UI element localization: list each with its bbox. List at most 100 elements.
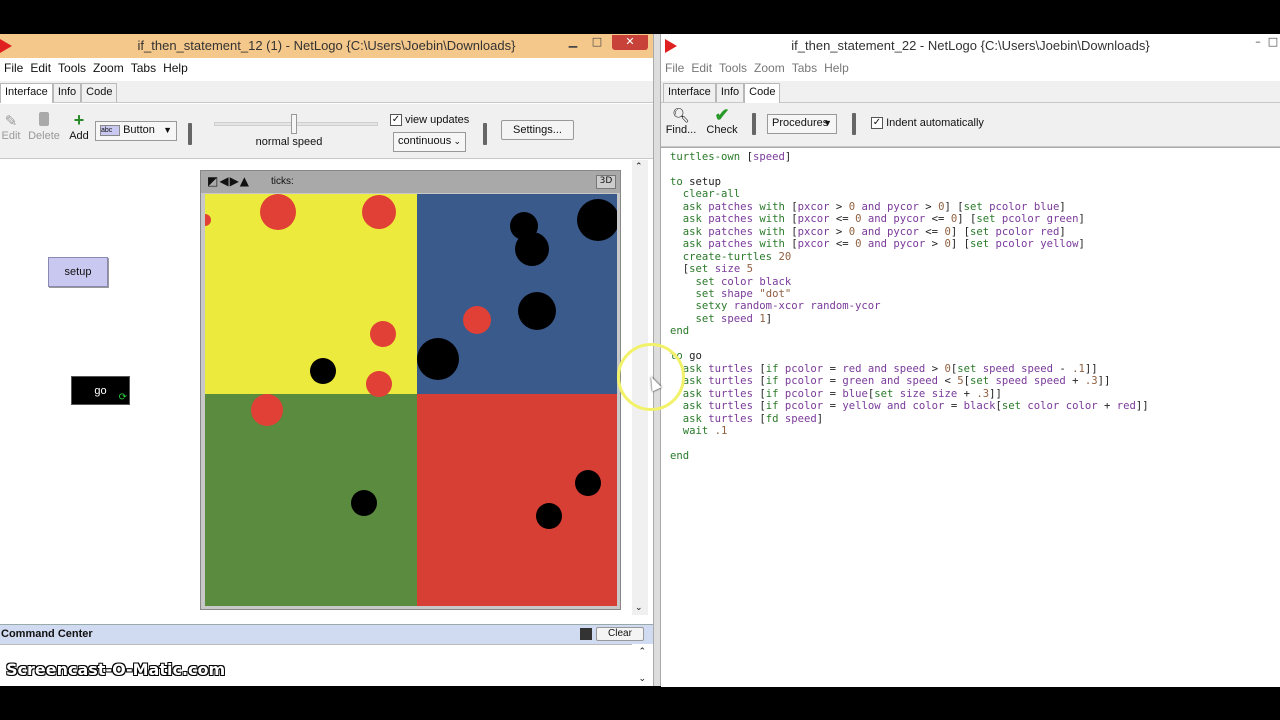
cmd-scroll-up-icon[interactable]: ⌃: [638, 647, 646, 657]
menu-tools[interactable]: Tools: [54, 58, 89, 75]
indent-checkbox[interactable]: ✓: [871, 117, 883, 130]
clear-button[interactable]: Clear: [596, 627, 644, 641]
turtle-dot-black: [310, 358, 336, 384]
patch-red: [417, 394, 617, 606]
turtle-dot-black: [417, 338, 459, 380]
turtle-dot-red: [260, 194, 296, 230]
menu-tabs[interactable]: Tabs: [788, 58, 820, 75]
toolbar-separator: [852, 113, 856, 135]
menu-file[interactable]: File: [661, 58, 687, 75]
turtle-dot-red: [251, 394, 283, 426]
menu-edit[interactable]: Edit: [26, 58, 54, 75]
view-updates-checkbox[interactable]: ✓: [390, 114, 402, 127]
delete-button[interactable]: Delete: [27, 112, 61, 142]
indent-label: Indent automatically: [886, 117, 984, 129]
menu-tabs[interactable]: Tabs: [127, 58, 159, 75]
maximize-icon[interactable]: □: [1266, 35, 1280, 50]
update-mode-dropdown[interactable]: continuous ⌄: [393, 132, 466, 152]
left-netlogo-window: if_then_statement_12 (1) - NetLogo {C:\U…: [0, 34, 653, 686]
toolbar-separator: [188, 123, 192, 145]
code-toolbar: 🔍︎ Find... ✔ Check Procedures ▼ ✓ Indent…: [661, 103, 1280, 147]
add-label: Add: [69, 130, 89, 142]
tab-info[interactable]: Info: [715, 83, 745, 102]
menu-zoom[interactable]: Zoom: [89, 58, 127, 75]
3d-button[interactable]: 3D: [596, 175, 616, 189]
patch-green: [205, 394, 417, 606]
left-window-title: if_then_statement_12 (1) - NetLogo {C:\U…: [137, 38, 516, 53]
edit-label: Edit: [1, 130, 21, 142]
menu-help[interactable]: Help: [820, 58, 852, 75]
watermark: Screencast-O-Matic.com: [6, 660, 226, 679]
tab-code[interactable]: Code: [744, 83, 781, 103]
left-title-bar[interactable]: if_then_statement_12 (1) - NetLogo {C:\U…: [0, 34, 653, 58]
right-title-bar[interactable]: if_then_statement_22 - NetLogo {C:\Users…: [661, 34, 1280, 58]
right-window-title: if_then_statement_22 - NetLogo {C:\Users…: [791, 38, 1150, 53]
menu-file[interactable]: File: [0, 58, 26, 75]
check-button[interactable]: ✔ Check: [705, 105, 739, 136]
speed-slider[interactable]: [214, 114, 378, 134]
tab-interface[interactable]: Interface: [663, 83, 716, 102]
scroll-down-icon[interactable]: ⌄: [635, 603, 643, 613]
maximize-icon[interactable]: □: [588, 35, 606, 50]
go-button[interactable]: go ⟳: [71, 376, 130, 405]
code-editor[interactable]: turtles-own [speed] to setup clear-all a…: [661, 147, 1280, 687]
scroll-up-icon[interactable]: ⌃: [635, 162, 643, 172]
add-button[interactable]: + Add: [67, 110, 91, 142]
command-center-header: Command Center Clear: [0, 624, 653, 644]
settings-button[interactable]: Settings...: [501, 120, 574, 140]
turtle-dot-black: [536, 503, 562, 529]
turtle-dot-black: [351, 490, 377, 516]
procedures-label: Procedures: [772, 117, 829, 129]
trash-icon: [39, 112, 49, 126]
delete-label: Delete: [28, 130, 60, 142]
ticks-label: ticks:: [271, 176, 294, 187]
turtle-dot-black: [575, 470, 601, 496]
right-menu-bar: File Edit Tools Zoom Tabs Help: [661, 58, 1280, 80]
resize-icon[interactable]: [580, 628, 592, 640]
setup-button[interactable]: setup: [48, 257, 108, 287]
minimize-icon[interactable]: ▁: [564, 35, 582, 50]
widget-type-value: Button: [123, 124, 155, 136]
right-netlogo-window: if_then_statement_22 - NetLogo {C:\Users…: [661, 34, 1280, 687]
button-widget-icon: abc: [100, 124, 120, 136]
minimize-icon[interactable]: –: [1251, 35, 1265, 50]
tab-info[interactable]: Info: [52, 83, 82, 102]
view-header: ◩◀▶▲ ticks: 3D: [201, 171, 620, 193]
command-center-title: Command Center: [1, 628, 93, 640]
find-button[interactable]: 🔍︎ Find...: [665, 107, 697, 136]
magnifier-icon: 🔍︎: [672, 107, 690, 123]
left-menu-bar: File Edit Tools Zoom Tabs Help: [0, 58, 653, 80]
speed-label: normal speed: [255, 136, 323, 148]
menu-zoom[interactable]: Zoom: [750, 58, 788, 75]
menu-help[interactable]: Help: [159, 58, 191, 75]
go-label: go: [94, 385, 107, 397]
turtle-dot-black: [515, 232, 549, 266]
menu-tools[interactable]: Tools: [715, 58, 750, 75]
cmd-scroll-down-icon[interactable]: ⌄: [638, 674, 646, 684]
forever-icon: ⟳: [118, 392, 127, 403]
procedures-dropdown[interactable]: Procedures ▼: [767, 114, 837, 134]
toolbar-separator: [483, 123, 487, 145]
view-updates-label: view updates: [405, 114, 470, 126]
turtle-dot-red: [463, 306, 491, 334]
view-updates-toggle[interactable]: ✓ view updates: [390, 114, 470, 127]
left-tabs-bar: Interface Info Code: [0, 81, 653, 103]
find-label: Find...: [665, 124, 697, 136]
menu-edit[interactable]: Edit: [687, 58, 715, 75]
widget-type-dropdown[interactable]: abc Button ▼: [95, 121, 177, 141]
view-control-icons[interactable]: ◩◀▶▲: [207, 174, 250, 188]
toolbar-separator: [752, 113, 756, 135]
close-icon[interactable]: ✕: [612, 35, 648, 50]
tab-code[interactable]: Code: [81, 83, 118, 102]
check-label: Check: [706, 124, 738, 136]
speed-slider-thumb[interactable]: [291, 114, 297, 134]
code-text[interactable]: turtles-own [speed] to setup clear-all a…: [661, 148, 1280, 462]
plus-icon: +: [73, 110, 85, 130]
turtle-dot-black: [518, 292, 556, 330]
world-view[interactable]: ◩◀▶▲ ticks: 3D: [200, 170, 621, 610]
indent-toggle[interactable]: ✓ Indent automatically: [871, 117, 984, 130]
tab-interface[interactable]: Interface: [0, 83, 53, 103]
interface-toolbar: ✎ Edit Delete + Add abc Button ▼ normal …: [0, 104, 653, 159]
edit-button[interactable]: ✎ Edit: [0, 112, 22, 142]
turtle-dot-red: [362, 195, 396, 229]
